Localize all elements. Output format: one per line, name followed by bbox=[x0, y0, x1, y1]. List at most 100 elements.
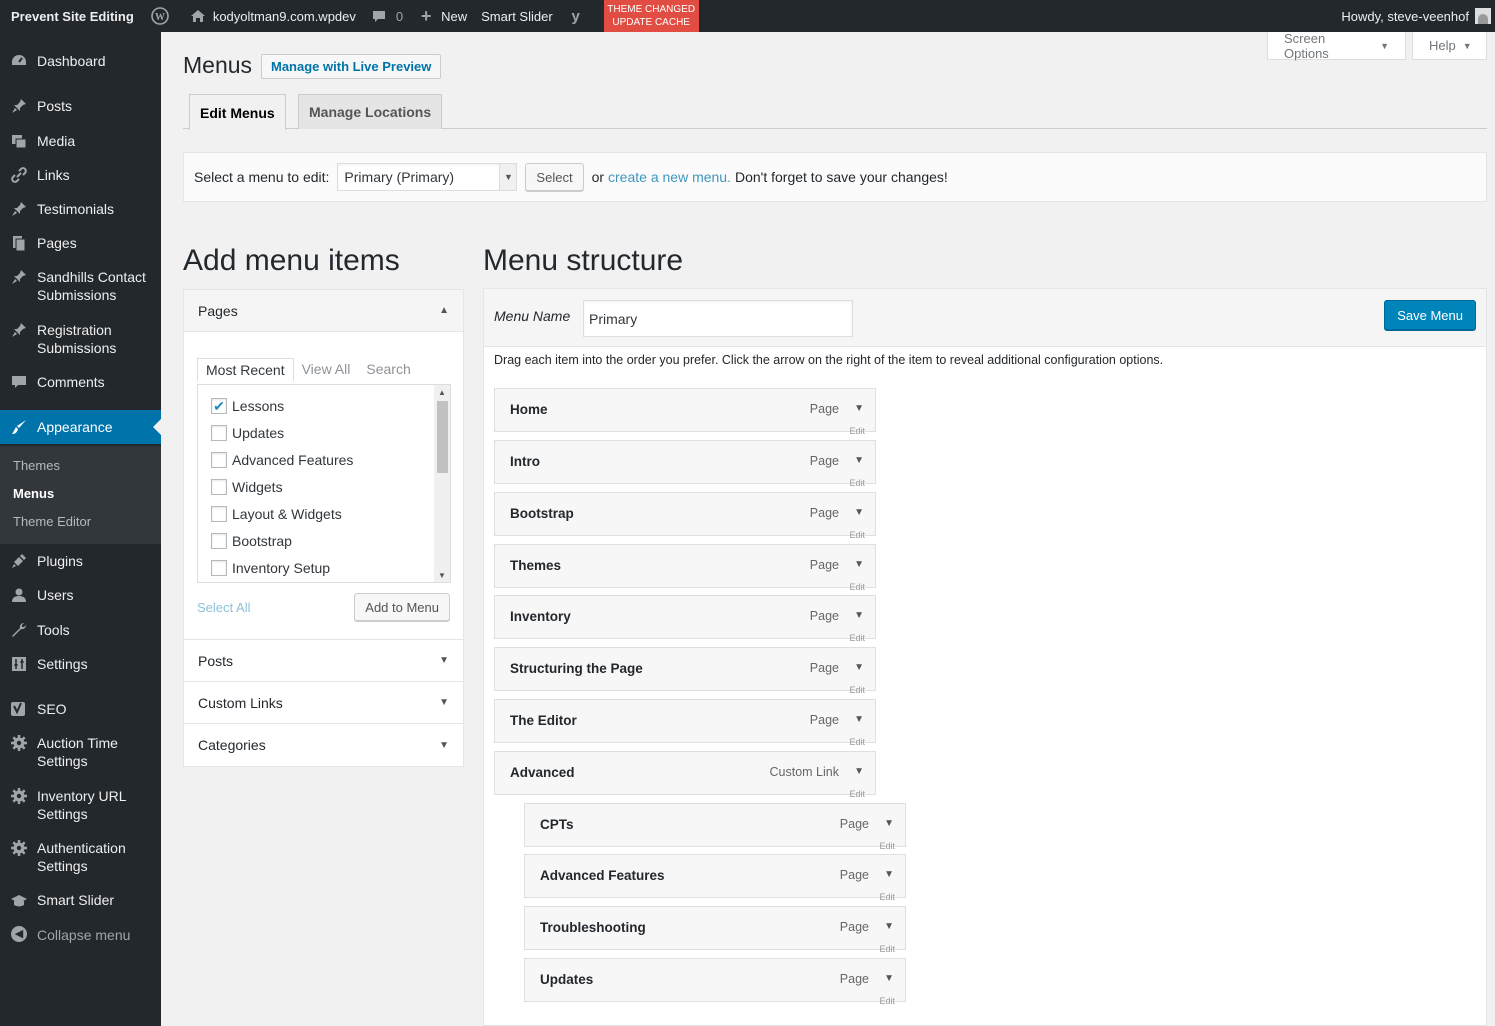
screen-options-button[interactable]: Screen Options ▼ bbox=[1267, 31, 1406, 61]
edit-link[interactable]: Edit bbox=[879, 944, 895, 954]
scroll-up-icon[interactable]: ▲ bbox=[434, 385, 450, 399]
edit-link[interactable]: Edit bbox=[879, 892, 895, 902]
sidebar-item-inventory-url-settings[interactable]: Inventory URL Settings bbox=[0, 787, 161, 823]
save-menu-button[interactable]: Save Menu bbox=[1384, 300, 1476, 330]
sidebar-item-links[interactable]: Links bbox=[0, 166, 161, 184]
sidebar-item-users[interactable]: Users bbox=[0, 586, 161, 604]
edit-link[interactable]: Edit bbox=[849, 685, 865, 695]
sidebar-item-sandhills-contact[interactable]: Sandhills Contact Submissions bbox=[0, 268, 161, 304]
menu-item-row[interactable]: CPTs Page ▼ Edit bbox=[524, 803, 906, 851]
sidebar-item-pages[interactable]: Pages bbox=[0, 234, 161, 252]
site-name-link[interactable]: kodyoltman9.com.wpdev bbox=[182, 0, 363, 32]
menu-select-dropdown[interactable]: Primary (Primary) ▼ bbox=[337, 163, 518, 191]
select-button[interactable]: Select bbox=[525, 163, 584, 191]
submenu-themes[interactable]: Themes bbox=[13, 458, 60, 473]
tab-view-all[interactable]: View All bbox=[294, 358, 359, 381]
tab-most-recent[interactable]: Most Recent bbox=[197, 358, 294, 381]
sidebar-item-authentication-settings[interactable]: Authentication Settings bbox=[0, 839, 161, 875]
menu-item-row[interactable]: Themes Page ▼ Edit bbox=[494, 544, 876, 592]
menu-item-row[interactable]: Intro Page ▼ Edit bbox=[494, 440, 876, 488]
tab-edit-menus[interactable]: Edit Menus bbox=[189, 94, 286, 130]
menu-item-row[interactable]: Structuring the Page Page ▼ Edit bbox=[494, 647, 876, 695]
menu-item-row[interactable]: Home Page ▼ Edit bbox=[494, 388, 876, 436]
menu-item-row[interactable]: Advanced Features Page ▼ Edit bbox=[524, 854, 906, 902]
my-account-link[interactable]: Howdy, steve-veenhof bbox=[1334, 0, 1495, 32]
submenu-theme-editor[interactable]: Theme Editor bbox=[13, 514, 91, 529]
checkbox[interactable] bbox=[211, 425, 227, 441]
help-button[interactable]: Help ▼ bbox=[1412, 32, 1487, 60]
scrollbar-thumb[interactable] bbox=[437, 401, 448, 473]
categories-section-header[interactable]: Categories ▼ bbox=[184, 724, 463, 766]
edit-link[interactable]: Edit bbox=[879, 996, 895, 1006]
wordpress-logo-button[interactable]: W bbox=[144, 0, 182, 32]
sidebar-item-testimonials[interactable]: Testimonials bbox=[0, 200, 161, 218]
list-item[interactable]: Widgets bbox=[211, 479, 283, 495]
sidebar-item-media[interactable]: Media bbox=[0, 132, 161, 150]
menu-item-row[interactable]: Inventory Page ▼ Edit bbox=[494, 595, 876, 643]
list-item[interactable]: Lessons bbox=[211, 398, 284, 414]
chevron-down-icon[interactable]: ▼ bbox=[854, 714, 864, 725]
theme-changed-alert[interactable]: THEME CHANGED UPDATE CACHE bbox=[603, 0, 699, 32]
pages-section-header[interactable]: Pages ▲ bbox=[184, 290, 463, 332]
new-content-link[interactable]: + New bbox=[410, 0, 474, 32]
edit-link[interactable]: Edit bbox=[879, 841, 895, 851]
chevron-down-icon[interactable]: ▼ bbox=[884, 921, 894, 932]
chevron-down-icon[interactable]: ▼ bbox=[854, 403, 864, 414]
list-item[interactable]: Layout & Widgets bbox=[211, 506, 342, 522]
chevron-down-icon[interactable]: ▼ bbox=[854, 610, 864, 621]
menu-item-row[interactable]: Bootstrap Page ▼ Edit bbox=[494, 492, 876, 540]
menu-item-row[interactable]: Advanced Custom Link ▼ Edit bbox=[494, 751, 876, 799]
list-item[interactable]: Updates bbox=[211, 425, 284, 441]
sidebar-item-settings[interactable]: Settings bbox=[0, 655, 161, 673]
menu-name-input[interactable]: Primary bbox=[583, 300, 853, 337]
menu-item-row[interactable]: Updates Page ▼ Edit bbox=[524, 958, 906, 1006]
chevron-down-icon[interactable]: ▼ bbox=[884, 973, 894, 984]
menu-item-row[interactable]: The Editor Page ▼ Edit bbox=[494, 699, 876, 747]
smart-slider-link[interactable]: Smart Slider bbox=[474, 0, 560, 32]
comments-link[interactable]: 0 bbox=[363, 0, 410, 32]
yoast-seo-button[interactable]: y bbox=[560, 0, 598, 32]
checkbox[interactable] bbox=[211, 506, 227, 522]
sidebar-item-appearance[interactable]: Appearance bbox=[0, 410, 161, 444]
submenu-menus[interactable]: Menus bbox=[13, 486, 54, 501]
edit-link[interactable]: Edit bbox=[849, 737, 865, 747]
chevron-down-icon[interactable]: ▼ bbox=[854, 559, 864, 570]
chevron-down-icon[interactable]: ▼ bbox=[854, 662, 864, 673]
sidebar-item-comments[interactable]: Comments bbox=[0, 373, 161, 391]
edit-link[interactable]: Edit bbox=[849, 426, 865, 436]
edit-link[interactable]: Edit bbox=[849, 530, 865, 540]
checkbox[interactable] bbox=[211, 452, 227, 468]
tab-manage-locations[interactable]: Manage Locations bbox=[298, 94, 443, 129]
custom-links-section-header[interactable]: Custom Links ▼ bbox=[184, 682, 463, 724]
sidebar-item-tools[interactable]: Tools bbox=[0, 621, 161, 639]
sidebar-item-dashboard[interactable]: Dashboard bbox=[0, 52, 161, 70]
manage-live-preview-button[interactable]: Manage with Live Preview bbox=[261, 54, 442, 79]
site-title-link[interactable]: Prevent Site Editing bbox=[0, 0, 144, 32]
select-all-link[interactable]: Select All bbox=[197, 600, 250, 615]
chevron-down-icon[interactable]: ▼ bbox=[854, 766, 864, 777]
list-item[interactable]: Advanced Features bbox=[211, 452, 353, 468]
sidebar-item-smart-slider[interactable]: Smart Slider bbox=[0, 891, 161, 909]
sidebar-item-seo[interactable]: SEO bbox=[0, 700, 161, 718]
chevron-down-icon[interactable]: ▼ bbox=[854, 507, 864, 518]
checkbox[interactable] bbox=[211, 479, 227, 495]
checkbox[interactable] bbox=[211, 560, 227, 576]
edit-link[interactable]: Edit bbox=[849, 582, 865, 592]
sidebar-item-plugins[interactable]: Plugins bbox=[0, 552, 161, 570]
list-item[interactable]: Bootstrap bbox=[211, 533, 292, 549]
checkbox[interactable] bbox=[211, 533, 227, 549]
edit-link[interactable]: Edit bbox=[849, 633, 865, 643]
sidebar-item-auction-time-settings[interactable]: Auction Time Settings bbox=[0, 734, 161, 770]
edit-link[interactable]: Edit bbox=[849, 478, 865, 488]
collapse-menu-button[interactable]: ◀ Collapse menu bbox=[0, 926, 161, 944]
chevron-down-icon[interactable]: ▼ bbox=[884, 869, 894, 880]
add-to-menu-button[interactable]: Add to Menu bbox=[354, 593, 450, 621]
scroll-down-icon[interactable]: ▼ bbox=[434, 568, 450, 582]
tab-search[interactable]: Search bbox=[358, 358, 418, 381]
chevron-down-icon[interactable]: ▼ bbox=[854, 455, 864, 466]
create-new-menu-link[interactable]: create a new menu. bbox=[608, 169, 731, 185]
chevron-down-icon[interactable]: ▼ bbox=[884, 818, 894, 829]
menu-item-row[interactable]: Troubleshooting Page ▼ Edit bbox=[524, 906, 906, 954]
sidebar-item-registration[interactable]: Registration Submissions bbox=[0, 321, 161, 357]
posts-section-header[interactable]: Posts ▼ bbox=[184, 640, 463, 682]
